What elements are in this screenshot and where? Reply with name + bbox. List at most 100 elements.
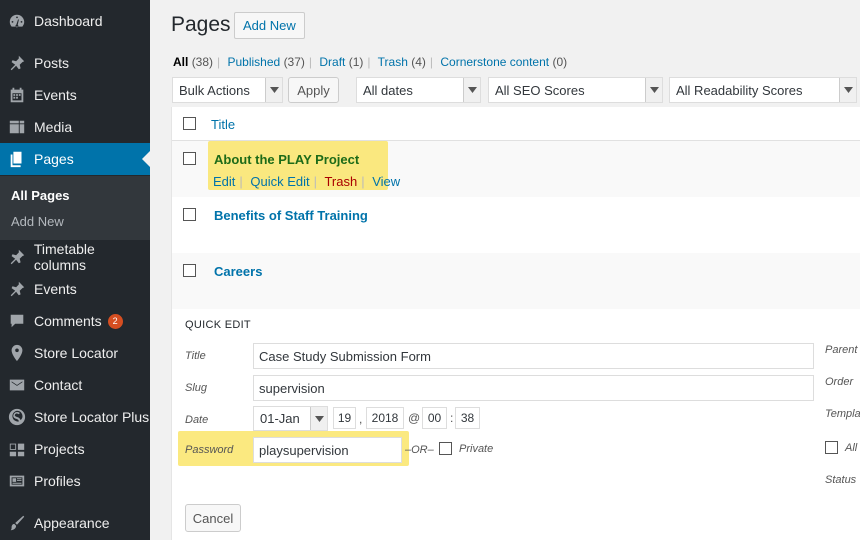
pages-submenu: All Pages Add New — [0, 176, 150, 240]
table-header: Title — [172, 107, 860, 141]
status-label: Status — [825, 474, 857, 486]
trash-link[interactable]: Trash — [324, 174, 357, 189]
select-value: All dates — [363, 82, 413, 98]
menu-store-locator[interactable]: Store Locator — [0, 337, 150, 369]
table-row: Careers — [172, 253, 860, 309]
view-link[interactable]: View — [372, 174, 400, 189]
chevron-down-icon — [645, 78, 662, 102]
order-label: Order — [825, 376, 854, 388]
or-separator: –OR– — [405, 444, 434, 456]
projects-icon — [7, 439, 27, 459]
filter-trash[interactable]: Trash — [378, 55, 408, 69]
location-icon — [7, 343, 27, 363]
edit-link[interactable]: Edit — [213, 174, 235, 189]
menu-appearance[interactable]: Appearance — [0, 507, 150, 539]
template-label: Templa — [825, 408, 860, 420]
select-all-checkbox[interactable] — [183, 117, 196, 130]
date-comma: , — [359, 412, 363, 426]
menu-projects[interactable]: Projects — [0, 433, 150, 465]
filter-published[interactable]: Published — [228, 55, 281, 69]
menu-posts[interactable]: Posts — [0, 47, 150, 79]
menu-store-locator-plus[interactable]: Store Locator Plus — [0, 401, 150, 433]
row-checkbox[interactable] — [183, 264, 196, 277]
date-filter-select[interactable]: All dates — [356, 77, 481, 103]
dashboard-icon — [7, 11, 27, 31]
select-value: Bulk Actions — [179, 82, 250, 98]
filter-count: (38) — [191, 55, 214, 69]
menu-pages[interactable]: Pages — [0, 143, 150, 175]
row-title-link[interactable]: About the PLAY Project — [214, 152, 359, 167]
menu-dashboard[interactable]: Dashboard — [0, 5, 150, 37]
comment-icon — [7, 311, 27, 331]
filter-draft[interactable]: Draft — [319, 55, 345, 69]
profile-icon — [7, 471, 27, 491]
filter-count: (1) — [348, 55, 364, 69]
row-checkbox[interactable] — [183, 208, 196, 221]
cancel-button[interactable]: Cancel — [185, 504, 241, 532]
filter-count: (4) — [411, 55, 426, 69]
allow-comments-label: All — [845, 442, 858, 454]
admin-sidebar: Dashboard Posts Events Media Pages All P… — [0, 0, 150, 540]
slp-icon — [7, 407, 27, 427]
private-checkbox[interactable] — [439, 442, 452, 455]
row-actions: Edit | Quick Edit | Trash | View — [213, 174, 401, 189]
quick-edit-link[interactable]: Quick Edit — [250, 174, 309, 189]
menu-comments[interactable]: Comments 2 — [0, 305, 150, 337]
row-title-link[interactable]: Careers — [214, 264, 262, 279]
row-checkbox[interactable] — [183, 152, 196, 165]
private-label: Private — [459, 443, 494, 455]
menu-label: Contact — [34, 377, 83, 393]
day-input[interactable]: 19 — [333, 407, 356, 429]
menu-label: Timetable columns — [33, 241, 95, 273]
pages-table: Title About the PLAY Project Edit | Quick… — [171, 107, 860, 540]
row-title-link[interactable]: Benefits of Staff Training — [214, 208, 368, 223]
chevron-down-icon — [265, 78, 282, 102]
parent-label: Parent — [825, 344, 858, 356]
allow-comments-checkbox[interactable] — [825, 441, 838, 454]
add-new-button[interactable]: Add New — [234, 12, 305, 39]
year-input[interactable]: 2018 — [366, 407, 404, 429]
time-colon: : — [450, 411, 454, 425]
menu-label: Comments — [34, 313, 102, 329]
menu-events-2[interactable]: Events — [0, 273, 150, 305]
menu-media[interactable]: Media — [0, 111, 150, 143]
page-title: Pages — [171, 13, 231, 36]
readability-score-select[interactable]: All Readability Scores — [669, 77, 857, 103]
filter-cornerstone[interactable]: Cornerstone content — [440, 55, 549, 69]
password-input[interactable]: playsupervision — [253, 437, 402, 463]
slug-input[interactable]: supervision — [253, 375, 814, 401]
hour-input[interactable]: 00 — [422, 407, 447, 429]
calendar-icon — [7, 85, 27, 105]
menu-label: Appearance — [34, 515, 110, 531]
filter-count: (37) — [283, 55, 305, 69]
password-label: Password — [185, 444, 234, 456]
title-input[interactable]: Case Study Submission Form — [253, 343, 814, 369]
menu-profiles[interactable]: Profiles — [0, 465, 150, 497]
menu-label: Projects — [34, 441, 85, 457]
filter-all[interactable]: All — [173, 55, 188, 69]
chevron-down-icon — [310, 407, 327, 430]
filter-count: (0) — [552, 55, 568, 69]
month-select[interactable]: 01-Jan — [253, 406, 328, 431]
table-row: About the PLAY Project Edit | Quick Edit |… — [172, 141, 860, 197]
brush-icon — [7, 513, 27, 533]
menu-events[interactable]: Events — [0, 79, 150, 111]
minute-input[interactable]: 38 — [455, 407, 480, 429]
submenu-add-new[interactable]: Add New — [11, 214, 64, 229]
apply-button[interactable]: Apply — [288, 77, 339, 103]
quick-edit-heading: QUICK EDIT — [185, 319, 251, 331]
title-column-header[interactable]: Title — [211, 117, 235, 132]
chevron-down-icon — [463, 78, 480, 102]
table-row: Benefits of Staff Training — [172, 197, 860, 253]
menu-label: Events — [34, 281, 77, 297]
seo-score-select[interactable]: All SEO Scores — [488, 77, 663, 103]
title-label: Title — [185, 350, 206, 362]
menu-label: Posts — [34, 55, 70, 71]
menu-timetable-columns[interactable]: Timetable columns — [0, 241, 150, 273]
menu-contact[interactable]: Contact — [0, 369, 150, 401]
menu-label: Pages — [34, 151, 74, 167]
submenu-all-pages[interactable]: All Pages — [11, 188, 70, 203]
pages-icon — [7, 149, 27, 169]
main-content: Pages Add New All (38) | Published (37) | … — [150, 0, 860, 540]
bulk-actions-select[interactable]: Bulk Actions — [172, 77, 283, 103]
